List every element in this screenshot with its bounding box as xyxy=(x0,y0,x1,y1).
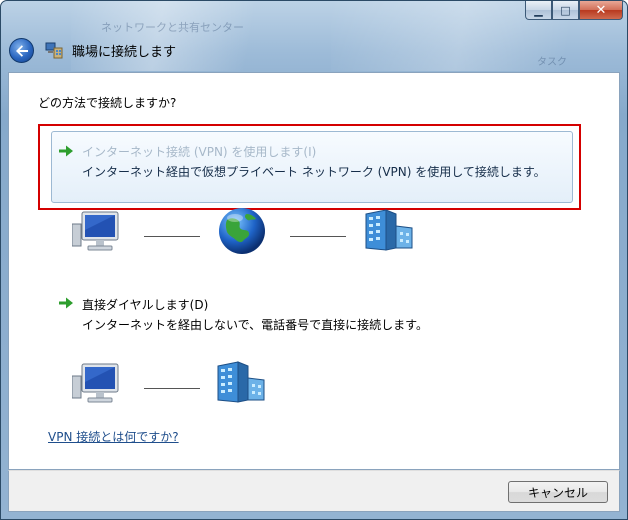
network-wizard-icon xyxy=(44,40,64,60)
question-label: どの方法で接続しますか? xyxy=(38,96,177,110)
minimize-button[interactable]: ▁ xyxy=(525,1,552,20)
option-dial-description[interactable]: インターネットを経由しないで、電話番号で直接に接続します。 xyxy=(82,316,428,333)
globe-icon xyxy=(219,208,265,254)
vpn-help-link[interactable]: VPN 接続とは何ですか? xyxy=(48,428,179,445)
close-button[interactable]: ✕ xyxy=(579,1,623,20)
caption-buttons: ▁ □ ✕ xyxy=(525,1,623,20)
maximize-icon: □ xyxy=(560,3,571,17)
maximize-button[interactable]: □ xyxy=(552,1,579,20)
cancel-button[interactable]: キャンセル xyxy=(508,481,608,503)
wizard-title: 職場に接続します xyxy=(72,45,177,60)
back-button[interactable] xyxy=(9,38,34,63)
connection-line xyxy=(290,236,346,237)
office-building-icon xyxy=(217,361,265,403)
connection-line xyxy=(144,388,200,389)
office-building-icon xyxy=(365,209,413,251)
back-arrow-icon xyxy=(15,44,28,57)
green-arrow-icon xyxy=(59,145,73,157)
minimize-icon: ▁ xyxy=(534,3,543,17)
computer-icon xyxy=(72,211,119,251)
option-dial-title[interactable]: 直接ダイヤルします(D) xyxy=(82,296,208,313)
connection-line xyxy=(144,236,200,237)
option-vpn-description[interactable]: インターネット経由で仮想プライベート ネットワーク (VPN) を使用して接続し… xyxy=(82,163,546,180)
green-arrow-icon xyxy=(59,297,73,309)
background-window-text: タスク xyxy=(537,57,567,68)
background-window-text: ネットワークと共有センター xyxy=(101,21,244,34)
close-icon: ✕ xyxy=(595,2,607,18)
computer-icon xyxy=(72,363,119,403)
glass-reflection xyxy=(71,1,291,71)
option-vpn-title[interactable]: インターネット接続 (VPN) を使用します(I) xyxy=(82,143,316,160)
